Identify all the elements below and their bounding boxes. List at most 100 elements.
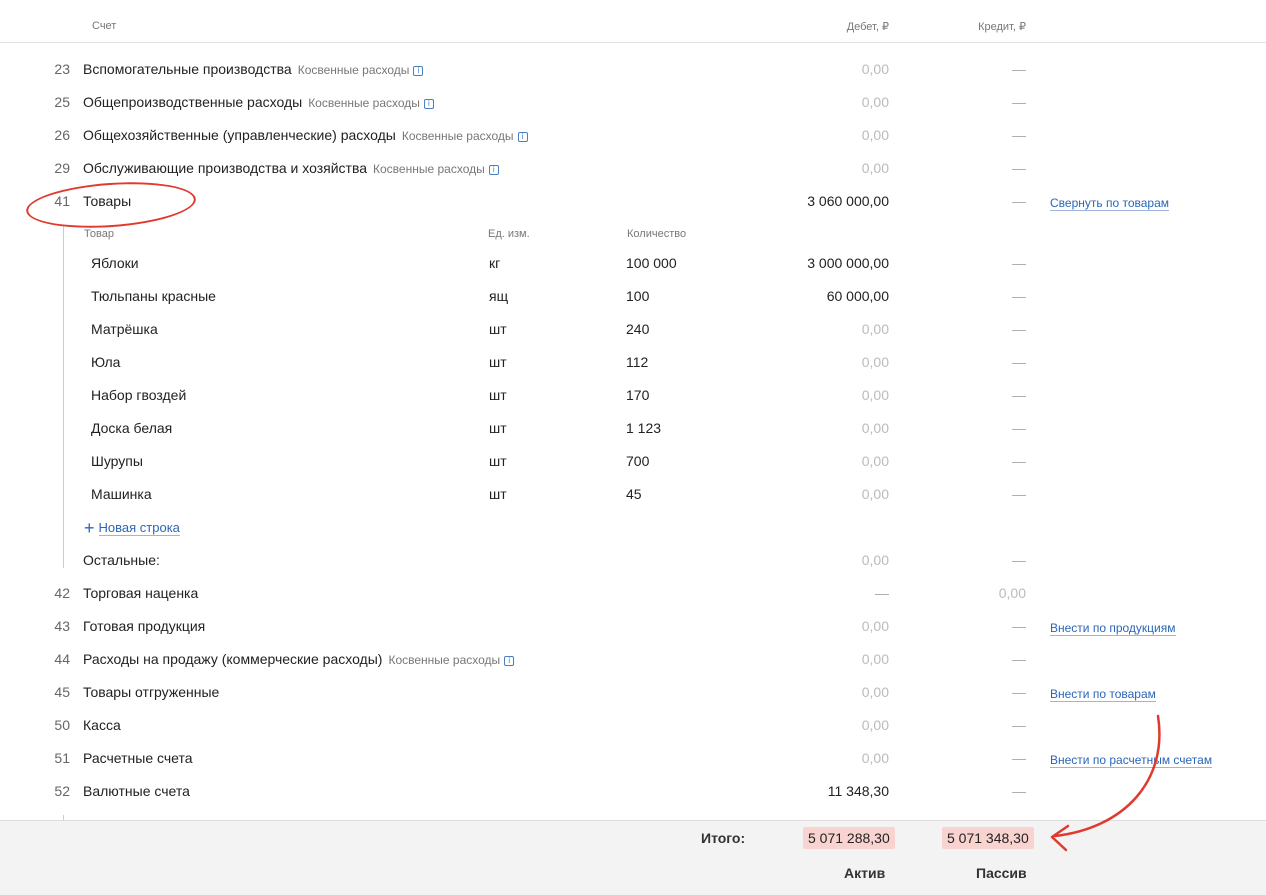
asset-label: Актив [844, 865, 886, 881]
account-row-25[interactable]: 25 Общепроизводственные расходы Косвенные … [0, 86, 1266, 119]
account-name: Обслуживающие производства и хозяйства [83, 160, 368, 176]
info-icon[interactable]: i [504, 656, 515, 666]
debit-value: 0,00 [861, 750, 889, 766]
goods-row[interactable]: Юла шт 112 0,00 — [0, 346, 1266, 379]
credit-value: — [1012, 94, 1026, 110]
info-icon[interactable]: i [488, 165, 499, 175]
account-row-50[interactable]: 50 Касса 0,00 — [0, 709, 1266, 742]
product-unit: шт [489, 354, 507, 370]
product-unit: шт [489, 387, 507, 403]
account-number: 51 [54, 750, 70, 766]
debit-value: — [875, 585, 889, 601]
account-row-43[interactable]: 43 Готовая продукция 0,00 — Внести по продук… [0, 610, 1266, 643]
debit-value: 0,00 [861, 61, 889, 77]
product-name: Машинка [91, 486, 152, 502]
product-unit: шт [489, 420, 507, 436]
header-account: Счет [92, 20, 117, 32]
info-icon[interactable]: i [413, 66, 424, 76]
account-name-cell: Расчетные счета [83, 750, 193, 766]
account-row-51[interactable]: 51 Расчетные счета 0,00 — Внести по расчетны… [0, 742, 1266, 775]
account-name-cell: Вспомогательные производства Косвенные ра… [83, 61, 424, 77]
credit-value: — [1012, 61, 1026, 77]
goods-row[interactable]: Тюльпаны красные ящ 100 60 000,00 — [0, 280, 1266, 313]
credit-value: — [1012, 453, 1026, 469]
product-unit: шт [489, 321, 507, 337]
credit-value: — [1012, 684, 1026, 700]
account-name: Расчетные счета [83, 750, 193, 766]
debit-value: 3 060 000,00 [807, 193, 889, 209]
product-unit: ящ [489, 288, 509, 304]
product-qty: 112 [626, 354, 649, 370]
goods-row[interactable]: Шурупы шт 700 0,00 — [0, 445, 1266, 478]
account-name: Расходы на продажу (коммерческие расходы… [83, 651, 383, 667]
table-header: Счет Дебет, ₽ Кредит, ₽ [0, 0, 1266, 43]
indirect-costs-tag: Косвенные расходы [388, 653, 501, 667]
goods-row[interactable]: Доска белая шт 1 123 0,00 — [0, 412, 1266, 445]
account-name-cell: Общехозяйственные (управленческие) расхо… [83, 127, 528, 143]
account-row-29[interactable]: 29 Обслуживающие производства и хозяйства… [0, 152, 1266, 185]
debit-value: 0,00 [861, 717, 889, 733]
indirect-costs-tag: Косвенные расходы [297, 63, 410, 77]
debit-value: 0,00 [861, 552, 889, 568]
account-number: 50 [54, 717, 70, 733]
action-link[interactable]: Внести по расчетным счетам [1050, 753, 1213, 768]
goods-header-qty: Количество [627, 228, 687, 240]
credit-value: — [1012, 127, 1026, 143]
action-link[interactable]: Внести по продукциям [1050, 621, 1176, 636]
debit-value: 0,00 [861, 160, 889, 176]
debit-value: 60 000,00 [826, 288, 889, 304]
account-name: Готовая продукция [83, 618, 206, 634]
product-qty: 240 [626, 321, 650, 337]
new-row-button[interactable]: + Новая строка [84, 518, 180, 539]
account-name: Общехозяйственные (управленческие) расхо… [83, 127, 396, 143]
product-name: Юла [91, 354, 121, 370]
account-number: 45 [54, 684, 70, 700]
rest-label: Остальные: [83, 552, 160, 568]
account-row-26[interactable]: 26 Общехозяйственные (управленческие) рас… [0, 119, 1266, 152]
action-link[interactable]: Свернуть по товарам [1050, 196, 1170, 211]
info-icon[interactable]: i [423, 99, 434, 109]
total-credit-badge: 5 071 348,30 [942, 827, 1034, 849]
debit-value: 11 348,30 [827, 783, 889, 799]
credit-value: — [1012, 193, 1026, 209]
goods-tree-line [63, 226, 64, 568]
product-unit: шт [489, 453, 507, 469]
credit-value: — [1012, 651, 1026, 667]
info-icon[interactable]: i [517, 132, 528, 142]
account-row-44[interactable]: 44 Расходы на продажу (коммерческие расхо… [0, 643, 1266, 676]
credit-value: — [1012, 618, 1026, 634]
goods-row[interactable]: Матрёшка шт 240 0,00 — [0, 313, 1266, 346]
credit-value: — [1012, 420, 1026, 436]
account-row-52[interactable]: 52 Валютные счета 11 348,30 — [0, 775, 1266, 808]
product-qty: 700 [626, 453, 650, 469]
debit-value: 0,00 [861, 387, 889, 403]
product-unit: шт [489, 486, 507, 502]
action-link[interactable]: Внести по товарам [1050, 687, 1156, 702]
goods-row[interactable]: Яблоки кг 100 000 3 000 000,00 — [0, 247, 1266, 280]
account-number: 43 [54, 618, 70, 634]
account-name-cell: Торговая наценка [83, 585, 198, 601]
account-row-23[interactable]: 23 Вспомогательные производства Косвенные … [0, 53, 1266, 86]
account-name-cell: Товары отгруженные [83, 684, 219, 700]
debit-value: 0,00 [861, 321, 889, 337]
account-number: 23 [54, 61, 70, 77]
total-label: Итого: [701, 830, 746, 846]
goods-header-unit: Ед. изм. [488, 228, 530, 240]
header-debit: Дебет, ₽ [846, 21, 889, 33]
product-name: Доска белая [91, 420, 173, 436]
account-row-45[interactable]: 45 Товары отгруженные 0,00 — Внести по товар… [0, 676, 1266, 709]
goods-row[interactable]: Набор гвоздей шт 170 0,00 — [0, 379, 1266, 412]
goods-header-product: Товар [84, 228, 114, 240]
debit-value: 0,00 [861, 651, 889, 667]
debit-value: 0,00 [861, 94, 889, 110]
account-name-cell: Касса [83, 717, 121, 733]
credit-value: — [1012, 783, 1026, 799]
new-row-label: Новая строка [98, 520, 180, 536]
liability-label: Пассив [976, 865, 1027, 881]
goods-row[interactable]: Машинка шт 45 0,00 — [0, 478, 1266, 511]
account-row-42[interactable]: 42 Торговая наценка — 0,00 [0, 577, 1266, 610]
debit-value: 0,00 [861, 453, 889, 469]
credit-value: 0,00 [998, 585, 1026, 601]
credit-value: — [1012, 552, 1026, 568]
credit-value: — [1012, 486, 1026, 502]
